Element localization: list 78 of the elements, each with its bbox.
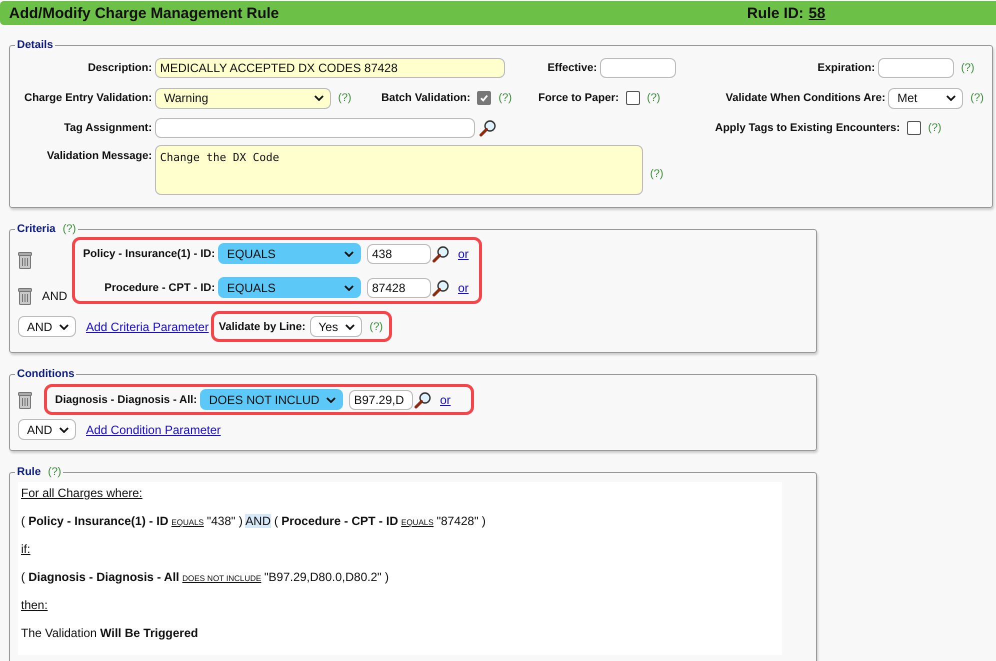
or-link[interactable]: or	[458, 280, 469, 294]
date-field[interactable]	[600, 58, 676, 78]
chevron-down-icon	[314, 95, 324, 101]
dropdown[interactable]: Yes	[310, 316, 362, 337]
help-link[interactable]: (?)	[338, 92, 352, 104]
trash-icon[interactable]	[18, 251, 32, 269]
add-condition-link[interactable]: Add Condition Parameter	[86, 422, 221, 436]
help-link[interactable]: (?)	[646, 92, 660, 104]
help-link[interactable]: (?)	[650, 168, 664, 180]
field-label: Tag Assignment:	[62, 122, 152, 134]
connector-label: AND	[42, 289, 68, 303]
checkmark-icon	[479, 93, 490, 103]
help-link[interactable]: (?)	[48, 466, 62, 478]
field-label: Force to Paper:	[537, 92, 619, 104]
field-label: Effective:	[546, 62, 597, 74]
rule-id: 58	[808, 4, 826, 22]
trash-icon[interactable]	[18, 287, 32, 305]
help-link[interactable]: (?)	[62, 223, 76, 235]
rule-line: ( Policy - Insurance(1) - ID EQUALS "438" ) AND ( Procedure - CPT - ID EQUALS "87428" )	[21, 513, 487, 530]
field-label: Diagnosis - Diagnosis - All:	[54, 394, 197, 406]
search-icon[interactable]	[432, 278, 450, 296]
checkbox[interactable]	[477, 91, 492, 105]
section-title: Rule	[17, 466, 41, 478]
field-label: Charge Entry Validation:	[23, 92, 152, 104]
search-icon[interactable]	[479, 119, 497, 137]
chevron-down-icon	[946, 95, 956, 101]
field-label: Validate When Conditions Are:	[724, 92, 886, 104]
value-field[interactable]: 438	[367, 244, 431, 264]
chevron-down-icon	[326, 396, 336, 402]
help-link[interactable]: (?)	[970, 92, 984, 104]
rule-line: then:	[21, 597, 49, 614]
dropdown[interactable]: EQUALS	[218, 243, 361, 264]
chevron-down-icon	[59, 426, 69, 432]
chevron-down-icon	[59, 324, 69, 330]
rule-line: if:	[21, 541, 32, 558]
help-link[interactable]: (?)	[498, 92, 512, 104]
field-label: Apply Tags to Existing Encounters:	[714, 122, 900, 134]
chevron-down-icon	[344, 324, 355, 330]
value-field[interactable]: 87428	[367, 278, 431, 298]
chevron-down-icon	[344, 284, 354, 290]
rule-id-label: Rule ID:	[747, 4, 804, 22]
rule-line: ( Diagnosis - Diagnosis - All DOES NOT INCLUDE "B97.29,D80.0,D80.2" )	[21, 569, 390, 586]
help-link[interactable]: (?)	[370, 320, 383, 332]
dropdown[interactable]: DOES NOT INCLUD	[200, 389, 343, 410]
or-link[interactable]: or	[458, 246, 469, 260]
dropdown[interactable]: Met	[888, 88, 964, 108]
dropdown[interactable]: Warning	[155, 88, 331, 108]
tag-field[interactable]	[155, 118, 475, 138]
search-icon[interactable]	[414, 390, 432, 408]
dropdown[interactable]: AND	[18, 316, 76, 337]
message-field[interactable]: Change the DX Code	[155, 145, 643, 195]
section-title: Details	[17, 39, 54, 51]
field-label: Batch Validation:	[380, 92, 470, 104]
chevron-down-icon	[344, 250, 354, 256]
field-label: Expiration:	[816, 62, 875, 74]
section-title: Criteria	[17, 223, 56, 235]
dropdown[interactable]: AND	[18, 419, 76, 440]
page-title: Add/Modify Charge Management Rule	[9, 4, 280, 22]
description-field[interactable]: MEDICALLY ACCEPTED DX CODES 87428	[155, 58, 505, 78]
field-label: Procedure - CPT - ID:	[103, 282, 215, 294]
search-icon[interactable]	[432, 244, 450, 262]
dropdown[interactable]: EQUALS	[218, 277, 361, 298]
or-link[interactable]: or	[440, 392, 451, 406]
rule-line: For all Charges where:	[21, 485, 144, 502]
trash-icon[interactable]	[18, 390, 32, 408]
field-label: Validation Message:	[46, 149, 152, 162]
field-label: Validate by Line:	[218, 320, 306, 332]
rule-line: The Validation Will Be Triggered	[21, 625, 200, 642]
checkbox[interactable]	[907, 121, 921, 135]
section-title: Conditions	[17, 368, 74, 380]
help-link[interactable]: (?)	[928, 122, 942, 134]
date-field[interactable]	[878, 58, 954, 78]
add-criteria-link[interactable]: Add Criteria Parameter	[86, 320, 209, 334]
field-label: Policy - Insurance(1) - ID:	[82, 248, 215, 260]
help-link[interactable]: (?)	[961, 62, 974, 74]
value-field[interactable]: B97.29,D	[349, 390, 413, 410]
checkbox[interactable]	[626, 91, 640, 105]
field-label: Description:	[86, 62, 152, 74]
